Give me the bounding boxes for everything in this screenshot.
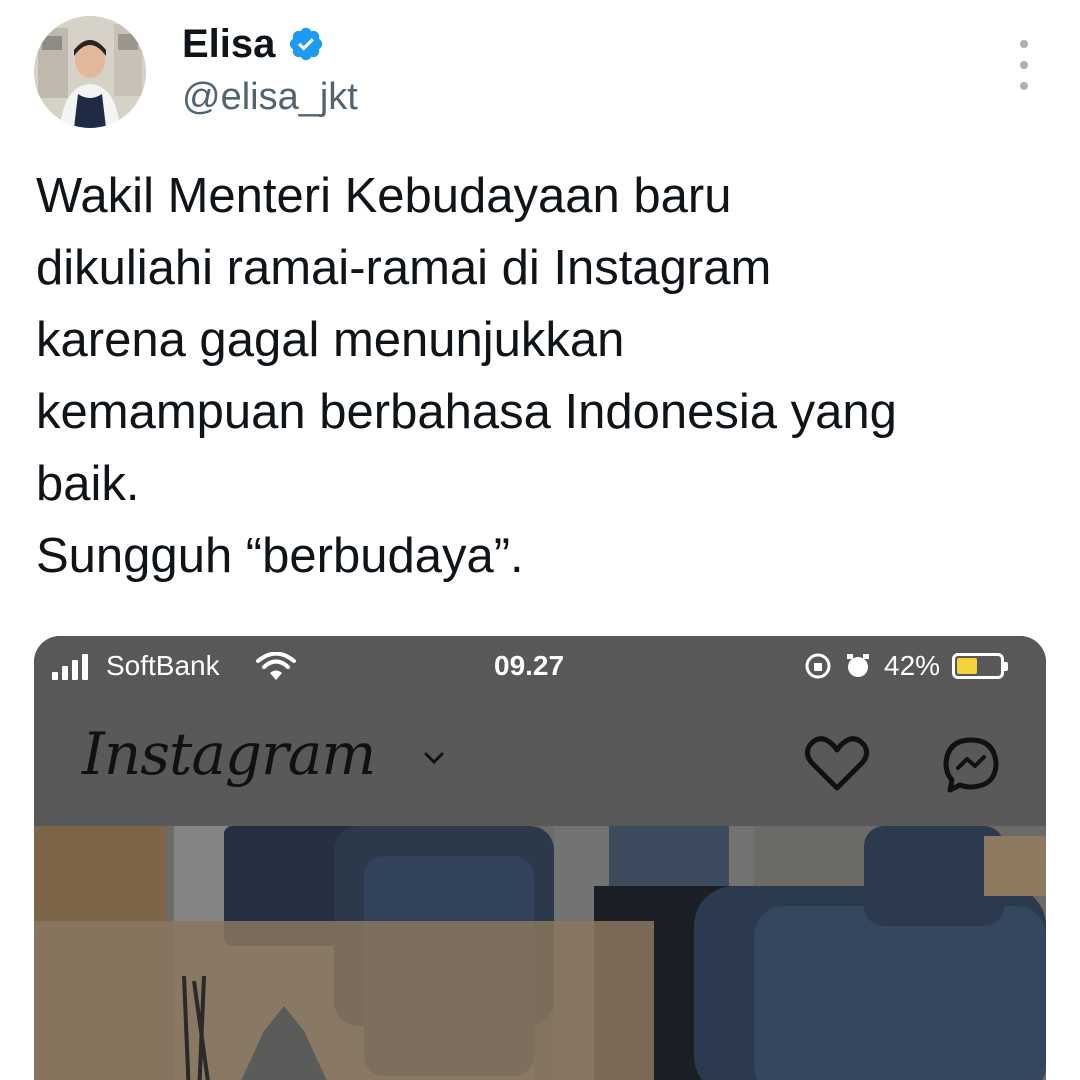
tweet-media[interactable]: SoftBank 09.27 42% Instagram [34,636,1046,1080]
messenger-icon [943,737,999,793]
phone-status-bar: SoftBank 09.27 42% [34,636,1046,698]
orientation-lock-icon [805,653,831,679]
signal-icon [52,654,88,680]
verified-badge-icon [290,27,323,61]
post-photo[interactable] [34,826,1046,1080]
tweet-card: Elisa @elisa_jkt Wakil Menteri Kebudayaa… [0,0,1080,1080]
battery-percent: 42% [884,650,941,681]
chevron-down-icon [424,752,444,765]
display-name[interactable]: Elisa [182,22,275,67]
more-vertical-icon[interactable] [1012,40,1036,90]
alarm-icon [847,654,869,677]
tweet-text: Wakil Menteri Kebudayaan baru dikuliahi … [36,169,897,583]
clock-label: 09.27 [494,650,565,681]
avatar[interactable] [34,16,146,128]
heart-icon [804,736,870,791]
post-photo-image [34,826,1046,1080]
author-handle[interactable]: @elisa_jkt [182,76,358,119]
status-right: 42% [804,650,1009,682]
battery-icon [952,653,1009,679]
wifi-icon [256,652,296,680]
instagram-logo: Instagram [82,720,376,788]
author-row: Elisa [182,20,325,68]
instagram-header: Instagram [34,698,1046,826]
carrier-label: SoftBank [106,650,220,681]
